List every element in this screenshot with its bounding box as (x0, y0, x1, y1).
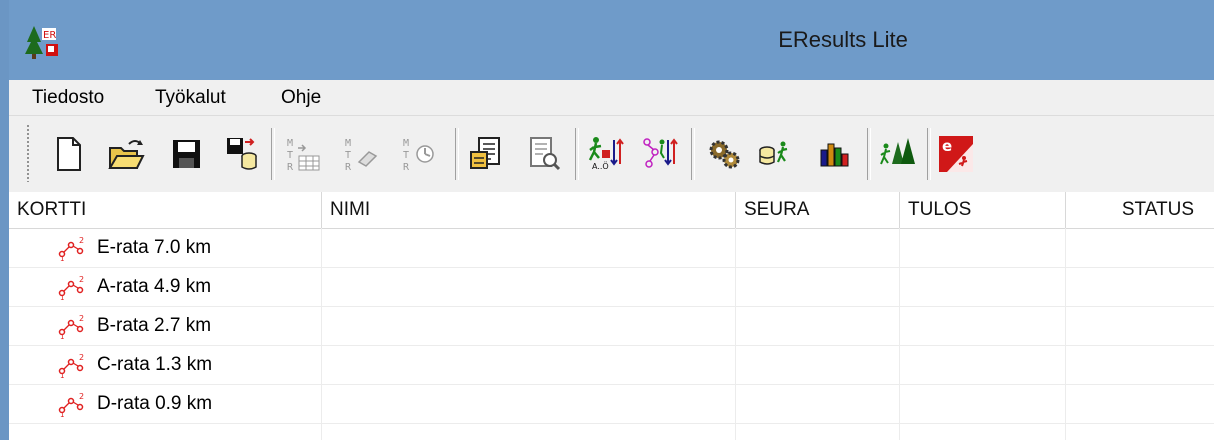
mtr-clock-icon: M T R (403, 138, 434, 173)
svg-text:2: 2 (79, 392, 84, 401)
toolbar-separator (271, 128, 275, 180)
menu-tiedosto[interactable]: Tiedosto (32, 80, 104, 115)
save-to-db-button[interactable] (223, 134, 261, 174)
settings-gears-icon (709, 140, 740, 169)
course-icon: 1 2 (58, 275, 84, 300)
course-name: C-rata 1.3 km (97, 354, 213, 375)
save-icon (173, 140, 200, 168)
sort-course-icon (643, 138, 678, 168)
svg-text:M: M (287, 138, 293, 149)
menu-tyokalut[interactable]: Työkalut (155, 80, 226, 115)
svg-text:1: 1 (60, 411, 64, 417)
report-button[interactable] (467, 134, 505, 174)
column-header-nimi[interactable]: NIMI (322, 192, 736, 228)
sort-alpha-button[interactable]: A..Ö (587, 134, 625, 174)
course-icon: 1 2 (58, 314, 84, 339)
mtr-table-button[interactable]: M T R (285, 134, 323, 174)
course-icon: 1 2 (58, 236, 84, 261)
table-row[interactable]: 1 2 E-rata 7.0 km (9, 229, 1214, 268)
table-row[interactable]: 1 2 C-rata 1.3 km (9, 346, 1214, 385)
svg-text:2: 2 (79, 236, 84, 245)
window-border (0, 0, 9, 440)
toolbar: M T R M T R M T R A..Ö e (9, 116, 1214, 193)
statistics-button[interactable] (815, 134, 853, 174)
settings-button[interactable] (705, 134, 743, 174)
sort-course-button[interactable] (641, 134, 679, 174)
svg-text:1: 1 (60, 294, 64, 300)
title-bar[interactable]: ER EResults Lite (0, 0, 1214, 80)
course-icon: 1 2 (58, 353, 84, 378)
trees-runner-icon (880, 138, 915, 165)
eresults-online-button[interactable]: e (937, 134, 975, 174)
svg-text:R: R (345, 162, 352, 173)
mtr-erase-button[interactable]: M T R (343, 134, 381, 174)
print-preview-button[interactable] (525, 134, 563, 174)
toolbar-separator (575, 128, 579, 180)
menu-bar: Tiedosto Työkalut Ohje (9, 80, 1214, 116)
svg-text:1: 1 (60, 333, 64, 339)
svg-text:R: R (403, 162, 410, 173)
trees-runner-button[interactable] (879, 134, 917, 174)
course-name: E-rata 7.0 km (97, 237, 212, 258)
db-runner-button[interactable] (755, 134, 793, 174)
new-file-button[interactable] (49, 134, 87, 174)
db-runner-icon (759, 141, 788, 165)
course-name: D-rata 0.9 km (97, 393, 213, 414)
column-header-seura[interactable]: SEURA (736, 192, 900, 228)
table-header: KORTTI NIMI SEURA TULOS STATUS (9, 192, 1214, 229)
svg-text:T: T (403, 150, 409, 161)
course-name: B-rata 2.7 km (97, 315, 212, 336)
toolbar-separator (455, 128, 459, 180)
eresults-logo-icon: e (939, 136, 973, 172)
toolbar-separator (927, 128, 931, 180)
column-header-kortti[interactable]: KORTTI (9, 192, 322, 228)
svg-text:M: M (403, 138, 409, 149)
svg-text:1: 1 (60, 255, 64, 261)
mtr-table-icon: M T R (287, 138, 320, 173)
save-to-db-icon (227, 138, 257, 170)
svg-text:1: 1 (60, 372, 64, 378)
svg-text:T: T (287, 150, 293, 161)
open-button[interactable] (107, 134, 145, 174)
toolbar-separator (867, 128, 871, 180)
app-window: ER EResults Lite Tiedosto Työkalut Ohje (0, 0, 1214, 440)
results-table: KORTTI NIMI SEURA TULOS STATUS 1 2 E-rat… (9, 192, 1214, 440)
menu-ohje[interactable]: Ohje (281, 80, 321, 115)
toolbar-separator (691, 128, 695, 180)
svg-text:A..Ö: A..Ö (592, 161, 609, 171)
sort-runners-alpha-icon: A..Ö (588, 137, 624, 171)
column-header-tulos[interactable]: TULOS (900, 192, 1066, 228)
svg-text:e: e (942, 137, 952, 155)
svg-text:2: 2 (79, 314, 84, 323)
mtr-erase-icon: M T R (345, 138, 378, 173)
save-button[interactable] (167, 134, 205, 174)
mtr-clock-button[interactable]: M T R (401, 134, 439, 174)
bar-chart-icon (820, 143, 849, 167)
report-icon (470, 137, 500, 169)
svg-text:R: R (287, 162, 294, 173)
svg-text:M: M (345, 138, 351, 149)
print-preview-icon (530, 137, 561, 171)
toolbar-grip[interactable] (26, 124, 30, 182)
table-row[interactable]: 1 2 A-rata 4.9 km (9, 268, 1214, 307)
table-row[interactable]: 1 2 D-rata 0.9 km (9, 385, 1214, 424)
course-icon: 1 2 (58, 392, 84, 417)
table-row[interactable]: 1 2 B-rata 2.7 km (9, 307, 1214, 346)
new-file-icon (57, 137, 81, 171)
course-name: A-rata 4.9 km (97, 276, 212, 297)
column-header-status[interactable]: STATUS (1066, 192, 1214, 228)
svg-text:T: T (345, 150, 351, 161)
open-folder-icon (108, 140, 145, 169)
svg-text:2: 2 (79, 275, 84, 284)
svg-text:2: 2 (79, 353, 84, 362)
window-title: EResults Lite (778, 27, 908, 52)
